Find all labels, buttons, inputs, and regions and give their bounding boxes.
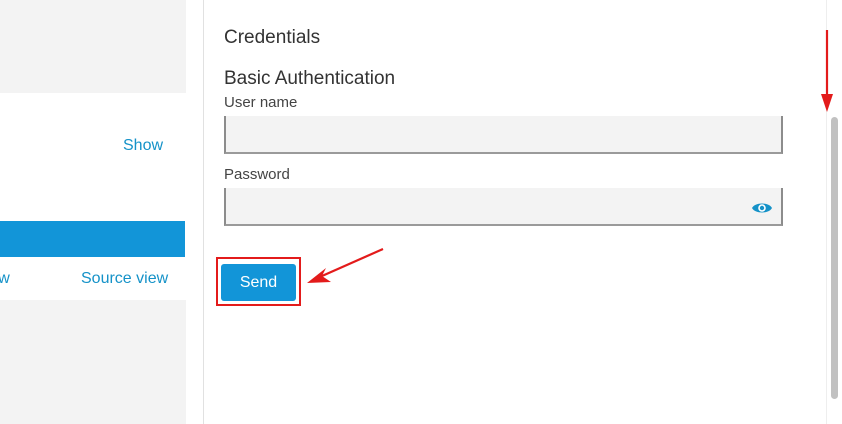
view-tabs: ble view Source view <box>0 270 186 292</box>
eye-icon[interactable] <box>751 199 773 217</box>
tab-table-view[interactable]: ble view <box>0 270 10 288</box>
show-link[interactable]: Show <box>123 137 163 155</box>
password-field[interactable] <box>224 188 783 226</box>
tab-source-view[interactable]: Source view <box>81 270 168 288</box>
password-label: Password <box>224 166 290 183</box>
arrow-to-send-icon <box>307 247 384 283</box>
credentials-heading: Credentials <box>224 27 321 48</box>
send-button[interactable]: Send <box>221 264 296 301</box>
scrollbar-thumb[interactable] <box>831 117 838 399</box>
username-field[interactable] <box>224 116 783 154</box>
left-content-area <box>0 300 186 424</box>
left-top-section <box>0 0 186 93</box>
panel-divider <box>203 0 204 424</box>
username-label: User name <box>224 94 298 111</box>
selected-row-bar[interactable] <box>0 221 185 257</box>
basic-auth-heading: Basic Authentication <box>224 68 396 89</box>
left-panel: Show ble view Source view <box>0 0 186 424</box>
